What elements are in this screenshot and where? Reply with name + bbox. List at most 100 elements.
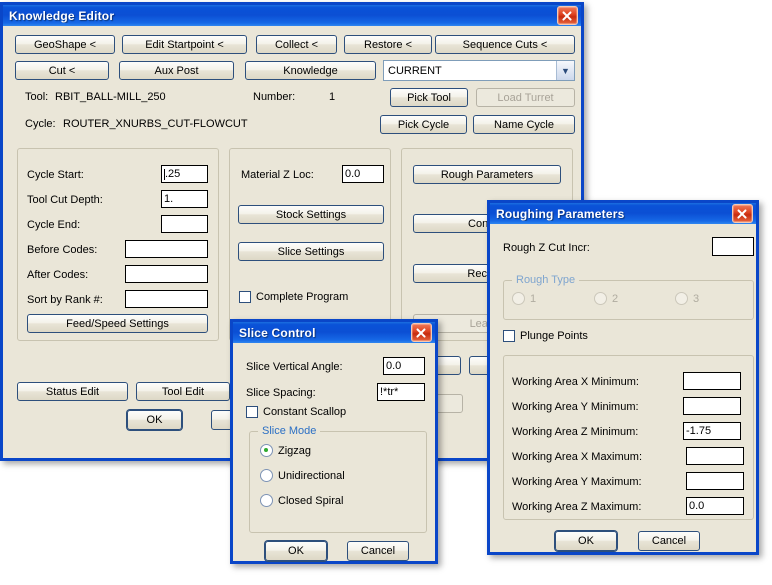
close-icon[interactable] xyxy=(557,6,578,25)
working-area-y-max-label: Working Area Y Maximum: xyxy=(512,476,642,488)
rough-type-2-radio[interactable]: 2 xyxy=(594,292,618,305)
scope-combo-value: CURRENT xyxy=(388,64,442,77)
pick-cycle-button[interactable]: Pick Cycle xyxy=(380,115,467,134)
rough-z-cut-incr-label: Rough Z Cut Incr: xyxy=(503,242,590,254)
plunge-points-checkbox[interactable]: Plunge Points xyxy=(503,330,588,342)
roughing-parameters-window: Roughing Parameters Rough Z Cut Incr: Ro… xyxy=(487,200,759,555)
rough-type-3-radio[interactable]: 3 xyxy=(675,292,699,305)
tool-cut-depth-input[interactable]: 1. xyxy=(161,190,208,208)
roughing-parameters-body: Rough Z Cut Incr: Rough Type 1 2 3 Plung… xyxy=(490,224,756,552)
checkbox-box xyxy=(246,406,258,418)
radio-dot xyxy=(594,292,607,305)
rough-type-1-label: 1 xyxy=(530,292,537,305)
slice-mode-closed-spiral-radio[interactable]: Closed Spiral xyxy=(260,494,343,507)
restore-button[interactable]: Restore < xyxy=(344,35,432,54)
cycle-end-label: Cycle End: xyxy=(27,219,81,231)
edit-startpoint-button[interactable]: Edit Startpoint < xyxy=(122,35,247,54)
stock-settings-button[interactable]: Stock Settings xyxy=(238,205,384,224)
geoshape-button[interactable]: GeoShape < xyxy=(15,35,115,54)
before-codes-input[interactable] xyxy=(125,240,208,258)
working-area-y-min-input[interactable] xyxy=(683,397,741,415)
roughing-parameters-cancel-button[interactable]: Cancel xyxy=(638,531,700,551)
slice-mode-unidirectional-label: Unidirectional xyxy=(278,469,345,482)
slice-mode-zigzag-label: Zigzag xyxy=(278,444,312,457)
load-turret-button: Load Turret xyxy=(476,88,575,107)
checkbox-box xyxy=(503,330,515,342)
close-icon[interactable] xyxy=(732,204,753,223)
slice-mode-zigzag-radio[interactable]: Zigzag xyxy=(260,444,311,457)
slice-spacing-input[interactable]: !*tr* xyxy=(377,383,425,401)
collect-button[interactable]: Collect < xyxy=(256,35,337,54)
material-z-loc-label: Material Z Loc: xyxy=(241,169,314,181)
working-area-x-max-input[interactable] xyxy=(686,447,744,465)
cycle-start-input[interactable]: .25 xyxy=(161,165,208,183)
rough-type-2-label: 2 xyxy=(612,292,619,305)
rough-type-3-label: 3 xyxy=(693,292,700,305)
number-value: 1 xyxy=(329,91,336,103)
knowledge-editor-ok-button[interactable]: OK xyxy=(127,410,182,430)
working-area-x-max-label: Working Area X Maximum: xyxy=(512,451,643,463)
radio-dot xyxy=(260,444,273,457)
working-area-z-max-input[interactable]: 0.0 xyxy=(686,497,744,515)
working-area-z-max-label: Working Area Z Maximum: xyxy=(512,501,642,513)
tool-cut-depth-label: Tool Cut Depth: xyxy=(27,194,103,206)
working-area-y-max-input[interactable] xyxy=(686,472,744,490)
knowledge-editor-title: Knowledge Editor xyxy=(9,8,115,23)
rough-type-legend: Rough Type xyxy=(512,274,580,286)
cycle-label: Cycle: xyxy=(25,118,56,130)
constant-scallop-checkbox[interactable]: Constant Scallop xyxy=(246,406,346,418)
cycle-end-input[interactable] xyxy=(161,215,208,233)
slice-mode-legend: Slice Mode xyxy=(258,425,321,437)
slice-settings-button[interactable]: Slice Settings xyxy=(238,242,384,261)
cycle-start-value: .25 xyxy=(165,168,181,180)
status-edit-button[interactable]: Status Edit xyxy=(17,382,128,401)
knowledge-button[interactable]: Knowledge xyxy=(245,61,376,80)
constant-scallop-label: Constant Scallop xyxy=(263,406,347,418)
after-codes-input[interactable] xyxy=(125,265,208,283)
close-icon[interactable] xyxy=(411,323,432,342)
slice-control-window: Slice Control Slice Vertical Angle: 0.0 … xyxy=(230,319,438,564)
knowledge-editor-titlebar[interactable]: Knowledge Editor xyxy=(3,5,581,26)
slice-vertical-angle-input[interactable]: 0.0 xyxy=(383,357,425,375)
rough-type-1-radio[interactable]: 1 xyxy=(512,292,536,305)
after-codes-label: After Codes: xyxy=(27,269,89,281)
plunge-points-label: Plunge Points xyxy=(520,330,588,342)
tool-edit-button[interactable]: Tool Edit xyxy=(136,382,230,401)
working-area-x-min-input[interactable] xyxy=(683,372,741,390)
rough-parameters-button[interactable]: Rough Parameters xyxy=(413,165,561,184)
chevron-down-icon[interactable]: ▼ xyxy=(556,61,574,80)
cycle-start-label: Cycle Start: xyxy=(27,169,84,181)
roughing-parameters-ok-button[interactable]: OK xyxy=(555,531,617,551)
rough-type-group: Rough Type xyxy=(503,274,754,320)
slice-control-ok-button[interactable]: OK xyxy=(265,541,327,561)
feed-speed-settings-button[interactable]: Feed/Speed Settings xyxy=(27,314,208,333)
material-z-loc-input[interactable]: 0.0 xyxy=(342,165,384,183)
cut-button[interactable]: Cut < xyxy=(15,61,109,80)
roughing-parameters-titlebar[interactable]: Roughing Parameters xyxy=(490,203,756,224)
slice-mode-unidirectional-radio[interactable]: Unidirectional xyxy=(260,469,345,482)
slice-spacing-label: Slice Spacing: xyxy=(246,387,316,399)
radio-dot xyxy=(675,292,688,305)
rough-z-cut-incr-input[interactable] xyxy=(712,237,754,256)
working-area-x-min-label: Working Area X Minimum: xyxy=(512,376,639,388)
working-area-z-min-input[interactable]: -1.75 xyxy=(683,422,741,440)
slice-control-body: Slice Vertical Angle: 0.0 Slice Spacing:… xyxy=(233,343,435,561)
aux-post-button[interactable]: Aux Post xyxy=(119,61,234,80)
number-label: Number: xyxy=(253,91,296,103)
pick-tool-button[interactable]: Pick Tool xyxy=(390,88,468,107)
scope-combo[interactable]: CURRENT ▼ xyxy=(383,60,575,81)
cycle-value: ROUTER_XNURBS_CUT-FLOWCUT xyxy=(63,118,248,130)
checkbox-box xyxy=(239,291,251,303)
slice-mode-closed-spiral-label: Closed Spiral xyxy=(278,494,344,507)
slice-control-cancel-button[interactable]: Cancel xyxy=(347,541,409,561)
before-codes-label: Before Codes: xyxy=(27,244,98,256)
name-cycle-button[interactable]: Name Cycle xyxy=(473,115,575,134)
sort-by-rank-input[interactable] xyxy=(125,290,208,308)
slice-control-titlebar[interactable]: Slice Control xyxy=(233,322,435,343)
working-area-z-min-label: Working Area Z Minimum: xyxy=(512,426,639,438)
complete-program-label: Complete Program xyxy=(256,291,349,303)
sequence-cuts-button[interactable]: Sequence Cuts < xyxy=(435,35,575,54)
complete-program-checkbox[interactable]: Complete Program xyxy=(239,291,348,303)
slice-control-title: Slice Control xyxy=(239,325,316,340)
radio-dot xyxy=(512,292,525,305)
